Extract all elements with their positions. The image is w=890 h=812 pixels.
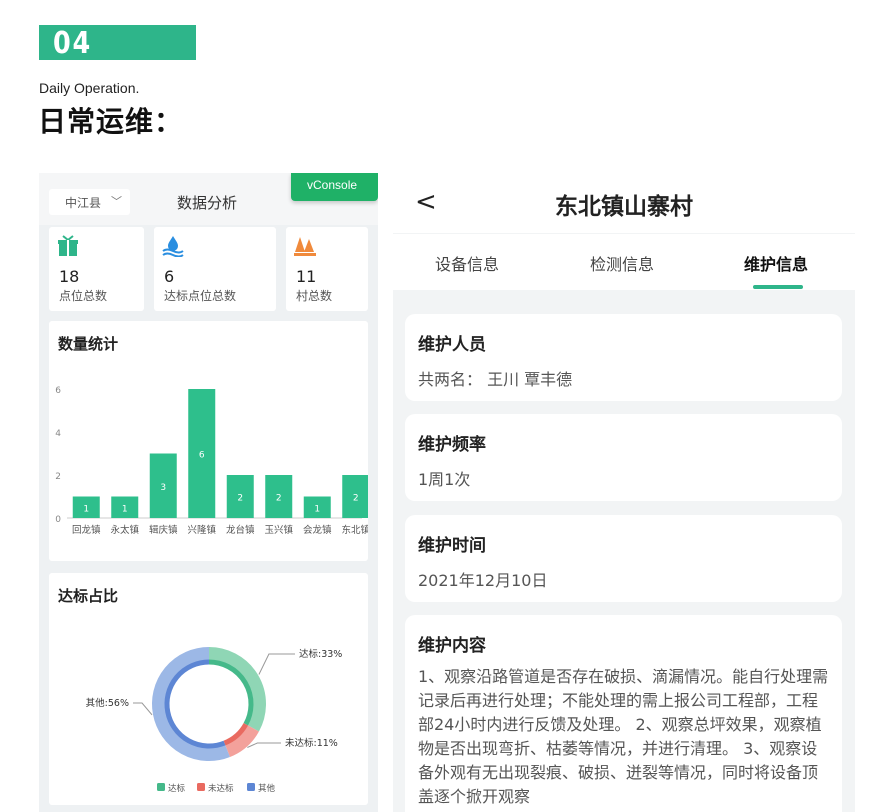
detail-header: < 东北镇山寨村 — [393, 173, 855, 233]
stat-card-points: 18 点位总数 — [49, 227, 144, 311]
active-tab-indicator — [753, 285, 803, 289]
legend-swatch — [197, 783, 205, 791]
tab-detection-info[interactable]: 检测信息 — [590, 251, 654, 275]
maintenance-staff-card: 维护人员 共两名： 王川 覃丰德 — [405, 314, 842, 401]
bar-data-label: 1 — [83, 504, 89, 514]
card-paragraph: 1、观察沿路管道是否存在破损、滴漏情况。能自行处理需记录后再进行处理；不能处理的… — [418, 667, 829, 806]
water-drop-icon — [162, 236, 184, 257]
stat-caption: 达标点位总数 — [164, 289, 237, 303]
x-tick-label: 兴隆镇 — [187, 524, 216, 536]
stat-value: 11 — [296, 267, 317, 286]
x-tick-label: 永太镇 — [110, 524, 139, 536]
y-tick-label: 4 — [55, 429, 61, 439]
bar-data-label: 3 — [160, 483, 166, 493]
gift-box-icon — [58, 235, 78, 256]
card-value: 1周1次 — [418, 470, 471, 489]
stat-caption: 点位总数 — [59, 289, 108, 303]
card-value: 2021年12月10日 — [418, 571, 548, 590]
y-tick-label: 6 — [55, 386, 61, 396]
maintenance-time-card: 维护时间 2021年12月10日 — [405, 515, 842, 602]
stat-value: 18 — [59, 267, 80, 286]
section-number-badge: 04 — [39, 25, 196, 61]
card-heading: 维护时间 — [418, 536, 486, 556]
pie-data-label: 其他:56% — [86, 697, 129, 709]
donut-chart: 达标:33% 未达标:11% 其他:56% 达标 未达标 其他 — [86, 647, 342, 794]
card-heading: 维护人员 — [418, 335, 486, 355]
x-tick-label: 回龙镇 — [72, 524, 101, 536]
data-analysis-screen: 中江县 ﹀ 数据分析 vConsole 18 点位总数 6 达标点位总数 11 … — [39, 173, 378, 812]
bar-chart: 0 2 4 6 1 回龙镇 1 永太镇 3 辑庆镇 6 兴隆镇 2 龙台镇 2 玉兴镇 1 会龙镇 2 东北镇 — [55, 386, 368, 536]
tab-device-info[interactable]: 设备信息 — [435, 251, 499, 275]
legend-label: 未达标 — [208, 783, 234, 794]
chevron-down-icon: ﹀ — [111, 195, 122, 208]
bar-data-label: 2 — [276, 494, 282, 504]
pie-data-label: 未达标:11% — [285, 737, 338, 749]
card-value: 共两名： 王川 覃丰德 — [418, 370, 573, 389]
page-title: 数据分析 — [177, 194, 238, 212]
tab-bar: 设备信息 检测信息 维护信息 — [393, 234, 855, 290]
village-tree-icon — [294, 237, 316, 256]
y-tick-label: 0 — [55, 515, 61, 525]
bar-data-label: 2 — [353, 494, 359, 504]
vconsole-label: vConsole — [307, 178, 358, 192]
county-select[interactable]: 中江县 ﹀ — [49, 189, 130, 215]
stat-value: 6 — [164, 267, 175, 286]
bar-data-label: 6 — [199, 451, 205, 461]
pie-leader-line — [258, 653, 295, 675]
pie-leader-line — [133, 702, 153, 716]
legend-label: 其他 — [258, 783, 276, 794]
bar-data-label: 1 — [314, 504, 320, 514]
legend-swatch — [247, 783, 255, 791]
stat-card-villages: 11 村总数 — [286, 227, 368, 311]
x-tick-label: 辑庆镇 — [149, 524, 178, 536]
x-tick-label: 会龙镇 — [303, 524, 332, 536]
detail-title: 东北镇山寨村 — [555, 194, 693, 220]
pie-data-label: 达标:33% — [299, 648, 342, 660]
stat-caption: 村总数 — [296, 289, 333, 303]
card-heading: 维护频率 — [418, 435, 486, 455]
tab-maintenance-info[interactable]: 维护信息 — [744, 251, 808, 275]
pie-chart-card: 达标占比 达标:33% 未达标:11% 其他:56% 达标 未达标 其他 — [49, 573, 368, 805]
x-tick-label: 龙台镇 — [226, 524, 255, 536]
legend-swatch — [157, 783, 165, 791]
bar-chart-card: 数量统计 0 2 4 6 1 回龙镇 1 永太镇 3 辑庆镇 6 兴隆镇 2 龙台镇 2 玉兴镇 1 会龙镇 2 东北… — [49, 321, 368, 561]
section-title: 日常运维： — [38, 105, 184, 138]
y-tick-label: 2 — [55, 472, 61, 482]
maintenance-content-card: 维护内容 1、观察沿路管道是否存在破损、滴漏情况。能自行处理需记录后再进行处理；… — [405, 615, 842, 812]
vconsole-button[interactable]: vConsole — [291, 173, 378, 201]
county-select-value: 中江县 — [65, 196, 102, 210]
pie-slice-inner — [164, 659, 226, 749]
section-subtitle: Daily Operation. — [39, 80, 140, 96]
village-detail-screen: < 东北镇山寨村 设备信息 检测信息 维护信息 维护人员 共两名： 王川 覃丰德… — [393, 173, 855, 812]
stat-card-qualified: 6 达标点位总数 — [154, 227, 276, 311]
bar-data-label: 2 — [237, 494, 243, 504]
x-tick-label: 玉兴镇 — [264, 524, 293, 536]
legend-label: 达标 — [168, 783, 186, 794]
pie-leader-line — [247, 742, 281, 748]
maintenance-frequency-card: 维护频率 1周1次 — [405, 414, 842, 501]
card-heading: 维护内容 — [418, 636, 486, 656]
section-number: 04 — [53, 26, 92, 61]
bar-data-label: 1 — [122, 504, 128, 514]
x-tick-label: 东北镇 — [341, 524, 368, 536]
